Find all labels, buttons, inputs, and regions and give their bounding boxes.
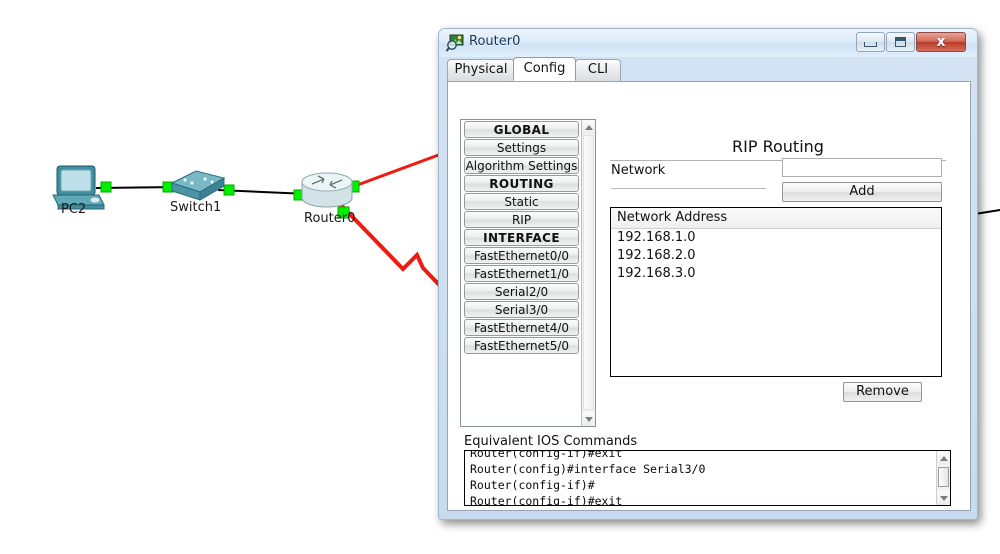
nav-item-global[interactable]: GLOBAL — [464, 121, 579, 138]
scroll-up-icon[interactable] — [582, 120, 595, 134]
network-label: Network — [611, 163, 666, 178]
equivalent-ios-commands-label: Equivalent IOS Commands — [464, 434, 638, 449]
nav-item-serial2-0[interactable]: Serial2/0 — [464, 283, 579, 300]
nav-item-interface[interactable]: INTERFACE — [464, 229, 579, 246]
tab-cli[interactable]: CLI — [575, 59, 621, 81]
device-label-router0: Router0 — [304, 211, 356, 226]
device-tabs[interactable]: Physical Config CLI — [447, 57, 971, 81]
minimize-button[interactable] — [856, 32, 885, 52]
link-router0-serial-down — [339, 203, 450, 296]
ios-scroll-down-icon[interactable] — [937, 491, 950, 505]
config-nav-scrollbar[interactable] — [581, 120, 595, 426]
network-address-list[interactable]: Network Address 192.168.1.0 192.168.2.0 … — [610, 207, 942, 377]
scroll-down-icon[interactable] — [582, 412, 595, 426]
window-titlebar[interactable]: Router0 x — [439, 29, 977, 57]
nav-item-serial3-0[interactable]: Serial3/0 — [464, 301, 579, 318]
maximize-icon — [895, 37, 906, 47]
nav-item-settings[interactable]: Settings — [464, 139, 579, 156]
link-router0-serial-up — [351, 148, 453, 189]
device-label-switch1: Switch1 — [170, 200, 222, 215]
remove-button[interactable]: Remove — [843, 382, 922, 402]
nav-item-rip[interactable]: RIP — [464, 211, 579, 228]
device-label-pc2: PC2 — [61, 202, 87, 217]
led-switch1-port-b — [223, 184, 235, 196]
nav-item-fastethernet1-0[interactable]: FastEthernet1/0 — [464, 265, 579, 282]
rip-routing-heading: RIP Routing — [732, 137, 824, 156]
config-nav-list[interactable]: GLOBAL Settings Algorithm Settings ROUTI… — [461, 120, 581, 426]
tab-physical[interactable]: Physical — [447, 59, 515, 81]
window-title: Router0 — [469, 34, 521, 49]
network-field-divider — [611, 188, 766, 189]
nav-item-fastethernet5-0[interactable]: FastEthernet5/0 — [464, 337, 579, 354]
nav-item-routing[interactable]: ROUTING — [464, 175, 579, 192]
router0-device-window[interactable]: Router0 x Physical Config CLI GLOBAL Set… — [438, 28, 978, 520]
tab-config[interactable]: Config — [513, 57, 576, 81]
scrollbar-thumb[interactable] — [583, 135, 594, 410]
close-icon: x — [936, 34, 946, 50]
list-item[interactable]: 192.168.1.0 — [611, 229, 941, 247]
inspect-magnifier-icon — [446, 34, 464, 52]
link-offscreen-right — [974, 209, 1000, 215]
network-address-column-header: Network Address — [611, 208, 941, 229]
config-tab-panel: GLOBAL Settings Algorithm Settings ROUTI… — [447, 81, 971, 511]
add-button[interactable]: Add — [782, 182, 942, 202]
switch-icon[interactable] — [170, 170, 226, 201]
network-input[interactable] — [782, 158, 942, 177]
nav-item-fastethernet4-0[interactable]: FastEthernet4/0 — [464, 319, 579, 336]
list-item[interactable]: 192.168.2.0 — [611, 247, 941, 265]
list-item[interactable]: 192.168.3.0 — [611, 265, 941, 283]
ios-scrollbar[interactable] — [936, 451, 950, 505]
ios-scroll-up-icon[interactable] — [937, 451, 950, 465]
ios-commands-text: Router(config-if)#exit Router(config)#in… — [470, 450, 706, 506]
config-nav-panel[interactable]: GLOBAL Settings Algorithm Settings ROUTI… — [460, 119, 596, 427]
maximize-button[interactable] — [886, 32, 915, 52]
minimize-icon — [864, 42, 877, 47]
close-button[interactable]: x — [916, 32, 966, 52]
ios-scrollbar-thumb[interactable] — [938, 467, 949, 487]
ios-commands-output[interactable]: Router(config-if)#exit Router(config)#in… — [464, 450, 951, 506]
nav-item-static[interactable]: Static — [464, 193, 579, 210]
nav-item-fastethernet0-0[interactable]: FastEthernet0/0 — [464, 247, 579, 264]
led-pc2-port — [100, 181, 112, 193]
nav-item-algorithm-settings[interactable]: Algorithm Settings — [464, 157, 579, 174]
router-icon[interactable] — [301, 172, 353, 208]
